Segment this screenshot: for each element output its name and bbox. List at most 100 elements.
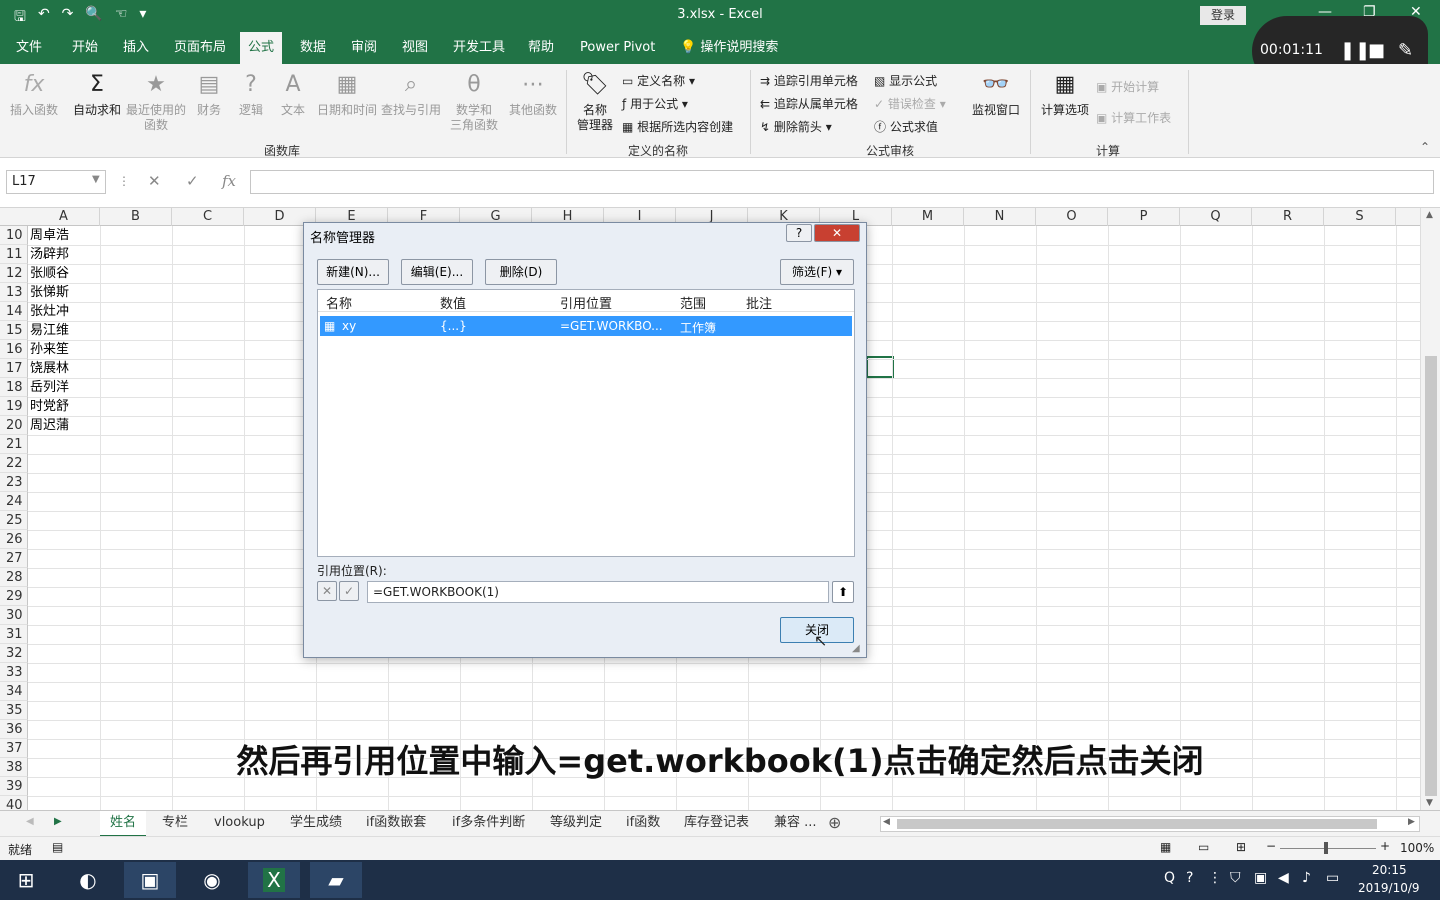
tab-home[interactable]: 开始 (64, 32, 106, 64)
collapse-ribbon-icon[interactable]: ⌃ (1420, 140, 1430, 154)
refers-to-input[interactable]: =GET.WORKBOOK(1) (367, 581, 829, 603)
sheet-tab[interactable]: 姓名 (100, 811, 147, 837)
h-scroll-thumb[interactable] (897, 819, 1377, 829)
recent-functions-button[interactable]: ★ 最近使用的 函数 (124, 70, 188, 133)
cell-a[interactable]: 岳列洋 (30, 378, 69, 397)
tray-shield-icon[interactable]: ⛉ (1230, 870, 1241, 886)
formula-input[interactable] (250, 170, 1434, 194)
add-sheet-icon[interactable]: ⊕ (828, 813, 841, 832)
row-header[interactable]: 10 (0, 226, 28, 245)
login-button[interactable]: 登录 (1200, 6, 1246, 25)
column-header[interactable]: B (100, 208, 172, 226)
autosum-button[interactable]: Σ 自动求和 (70, 70, 124, 118)
tray-network-icon[interactable]: ▭ (1326, 870, 1339, 886)
scroll-down-icon[interactable]: ▼ (1426, 798, 1433, 808)
sheet-tab[interactable]: 学生成绩 (280, 811, 352, 837)
name-manager-button[interactable]: 🏷 名称 管理器 (572, 70, 618, 133)
scroll-left-icon[interactable]: ◀ (883, 817, 890, 827)
name-box-dropdown-icon[interactable]: ▼ (92, 174, 100, 185)
dialog-close-icon[interactable]: ✕ (814, 224, 860, 242)
scroll-right-icon[interactable]: ▶ (1408, 817, 1415, 827)
stop-icon[interactable]: ■ (1368, 40, 1385, 61)
names-list[interactable]: 名称 数值 引用位置 范围 批注 ▦ xy {...} =GET.WORKBO.… (317, 289, 855, 557)
tab-file[interactable]: 文件 (8, 32, 50, 64)
qq-browser-icon[interactable]: ◐ (62, 862, 114, 898)
col-header-refers-to[interactable]: 引用位置 (560, 293, 612, 312)
page-layout-view-icon[interactable]: ▭ (1198, 840, 1209, 854)
row-header[interactable]: 26 (0, 530, 28, 549)
cell-a[interactable]: 孙来笙 (30, 340, 69, 359)
row-header[interactable]: 13 (0, 283, 28, 302)
horizontal-scrollbar[interactable]: ◀ ▶ (880, 816, 1420, 832)
sheet-tab[interactable]: if函数 (616, 811, 670, 837)
name-box[interactable]: L17 (6, 170, 106, 194)
tray-help-icon[interactable]: ? (1186, 870, 1193, 886)
trace-precedents-button[interactable]: ⇉ 追踪引用单元格 (760, 72, 858, 89)
row-header[interactable]: 31 (0, 625, 28, 644)
pen-icon[interactable]: ✎ (1398, 40, 1413, 61)
column-header[interactable]: N (964, 208, 1036, 226)
vertical-scrollbar[interactable]: ▲ ▼ (1420, 208, 1440, 810)
tab-power-pivot[interactable]: Power Pivot (572, 32, 663, 64)
row-header[interactable]: 24 (0, 492, 28, 511)
col-header-comment[interactable]: 批注 (746, 293, 772, 312)
tray-volume-icon[interactable]: ♪ (1302, 870, 1311, 886)
row-header[interactable]: 12 (0, 264, 28, 283)
col-header-value[interactable]: 数值 (440, 293, 466, 312)
tab-help[interactable]: 帮助 (520, 32, 562, 64)
row-header[interactable]: 27 (0, 549, 28, 568)
sheet-tab[interactable]: 等级判定 (540, 811, 612, 837)
row-header[interactable]: 19 (0, 397, 28, 416)
filter-button[interactable]: 筛选(F) ▾ (780, 259, 854, 285)
column-header[interactable]: P (1108, 208, 1180, 226)
tab-page-layout[interactable]: 页面布局 (166, 32, 234, 64)
ref-confirm-icon[interactable]: ✓ (339, 581, 359, 601)
define-name-button[interactable]: ▭ 定义名称 ▾ (622, 72, 695, 89)
zoom-slider[interactable] (1280, 848, 1376, 849)
text-function-button[interactable]: A 文本 (274, 70, 312, 118)
tab-view[interactable]: 视图 (394, 32, 436, 64)
row-header[interactable]: 29 (0, 587, 28, 606)
use-in-formula-button[interactable]: ƒ 用于公式 ▾ (622, 95, 688, 112)
next-sheet-icon[interactable]: ▶ (54, 816, 62, 827)
row-header[interactable]: 28 (0, 568, 28, 587)
col-header-scope[interactable]: 范围 (680, 293, 706, 312)
row-header[interactable]: 14 (0, 302, 28, 321)
row-header[interactable]: 34 (0, 682, 28, 701)
clock-time[interactable]: 20:15 (1372, 863, 1407, 877)
cell-a[interactable]: 饶展林 (30, 359, 69, 378)
cell-a[interactable]: 张悌斯 (30, 283, 69, 302)
excel-app-icon[interactable]: X (248, 862, 300, 898)
logical-button[interactable]: ? 逻辑 (232, 70, 270, 118)
cell-a[interactable]: 张灶冲 (30, 302, 69, 321)
error-checking-button[interactable]: ✓ 错误检查 ▾ (874, 95, 946, 112)
cell-a[interactable]: 张顺谷 (30, 264, 69, 283)
cell-a[interactable]: 周迟蒲 (30, 416, 69, 435)
tab-insert[interactable]: 插入 (115, 32, 157, 64)
insert-function-button[interactable]: fx 插入函数 (6, 70, 62, 118)
tray-mic-icon[interactable]: ⋮ (1208, 870, 1222, 886)
page-break-view-icon[interactable]: ⊞ (1236, 840, 1246, 854)
pause-icon[interactable]: ❚❚ (1340, 40, 1370, 61)
tray-speaker-muted-icon[interactable]: ◀ (1278, 870, 1289, 886)
row-header[interactable]: 32 (0, 644, 28, 663)
other-functions-button[interactable]: ⋯ 其他函数 (504, 70, 562, 118)
column-header[interactable]: R (1252, 208, 1324, 226)
row-header[interactable]: 22 (0, 454, 28, 473)
sheet-tab[interactable]: 库存登记表 (674, 811, 759, 837)
row-header[interactable]: 16 (0, 340, 28, 359)
create-from-selection-button[interactable]: ▦ 根据所选内容创建 (622, 118, 733, 135)
sheet-tab[interactable]: vlookup (204, 811, 275, 837)
remove-arrows-button[interactable]: ↯ 删除箭头 ▾ (760, 118, 832, 135)
math-button[interactable]: θ 数学和 三角函数 (446, 70, 502, 133)
column-header[interactable]: C (172, 208, 244, 226)
row-header[interactable]: 33 (0, 663, 28, 682)
tab-data[interactable]: 数据 (292, 32, 334, 64)
delete-name-button[interactable]: 删除(D) (485, 259, 557, 285)
scroll-up-icon[interactable]: ▲ (1426, 210, 1433, 220)
screen-recorder-app-icon[interactable]: ▣ (124, 862, 176, 898)
tell-me-search[interactable]: 💡 操作说明搜索 (672, 32, 786, 64)
edit-name-button[interactable]: 编辑(E)... (401, 259, 473, 285)
tray-camera-icon[interactable]: ▣ (1254, 870, 1267, 886)
row-header[interactable]: 20 (0, 416, 28, 435)
